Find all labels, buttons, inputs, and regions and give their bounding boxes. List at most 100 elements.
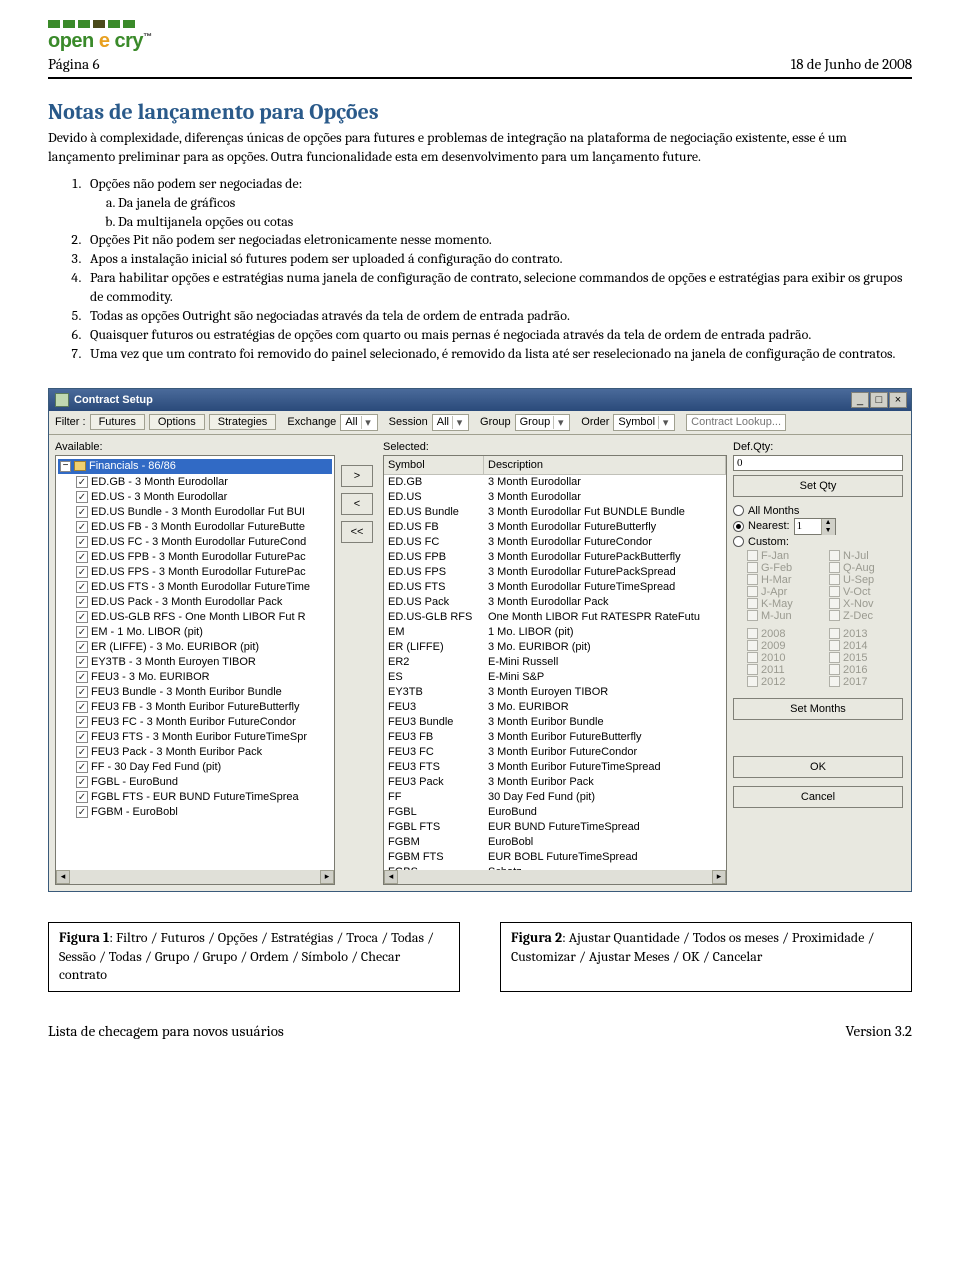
nearest-radio[interactable]: Nearest: ▲▼ [733, 518, 903, 535]
close-button[interactable]: × [889, 392, 907, 408]
checkbox-icon[interactable]: ✓ [76, 611, 88, 623]
options-button[interactable]: Options [149, 414, 205, 430]
year-checkbox[interactable]: 2015 [829, 652, 903, 664]
month-checkbox[interactable]: G-Feb [747, 562, 821, 574]
table-row[interactable]: FGBMEuroBobl [384, 835, 726, 850]
month-checkbox[interactable]: U-Sep [829, 574, 903, 586]
checkbox-icon[interactable]: ✓ [76, 476, 88, 488]
tree-item[interactable]: ✓FEU3 FC - 3 Month Euribor FutureCondor [58, 715, 332, 730]
year-checkbox[interactable]: 2010 [747, 652, 821, 664]
tree-item[interactable]: ✓ED.US FTS - 3 Month Eurodollar FutureTi… [58, 580, 332, 595]
tree-item[interactable]: ✓ED.US Bundle - 3 Month Eurodollar Fut B… [58, 505, 332, 520]
checkbox-icon[interactable]: ✓ [76, 686, 88, 698]
checkbox-icon[interactable]: ✓ [76, 596, 88, 608]
exchange-select[interactable]: All▾ [340, 414, 377, 431]
col-symbol[interactable]: Symbol [384, 456, 484, 474]
year-checkbox[interactable]: 2011 [747, 664, 821, 676]
checkbox-icon[interactable]: ✓ [76, 746, 88, 758]
year-checkbox[interactable]: 2014 [829, 640, 903, 652]
month-checkbox[interactable]: H-Mar [747, 574, 821, 586]
checkbox-icon[interactable]: ✓ [76, 806, 88, 818]
spin-down-icon[interactable]: ▼ [821, 527, 835, 535]
col-description[interactable]: Description [484, 456, 726, 474]
set-qty-button[interactable]: Set Qty [733, 475, 903, 497]
tree-item[interactable]: ✓FEU3 Bundle - 3 Month Euribor Bundle [58, 685, 332, 700]
tree-item[interactable]: ✓FEU3 FB - 3 Month Euribor FutureButterf… [58, 700, 332, 715]
tree-item[interactable]: ✓FGBL FTS - EUR BUND FutureTimeSprea [58, 790, 332, 805]
tree-item[interactable]: ✓FGBM - EuroBobl [58, 805, 332, 820]
futures-button[interactable]: Futures [90, 414, 145, 430]
month-checkbox[interactable]: K-May [747, 598, 821, 610]
table-row[interactable]: FEU3 FTS3 Month Euribor FutureTimeSpread [384, 760, 726, 775]
month-checkbox[interactable]: J-Apr [747, 586, 821, 598]
tree-item[interactable]: ✓ED.US FPS - 3 Month Eurodollar FuturePa… [58, 565, 332, 580]
checkbox-icon[interactable]: ✓ [76, 671, 88, 683]
table-row[interactable]: FGBL FTSEUR BUND FutureTimeSpread [384, 820, 726, 835]
scroll-left-icon[interactable]: ◂ [384, 870, 398, 884]
session-select[interactable]: All▾ [432, 414, 469, 431]
tree-item[interactable]: ✓EM - 1 Mo. LIBOR (pit) [58, 625, 332, 640]
nearest-spinner[interactable]: ▲▼ [794, 518, 836, 535]
checkbox-icon[interactable]: ✓ [76, 791, 88, 803]
scroll-right-icon[interactable]: ▸ [320, 870, 334, 884]
checkbox-icon[interactable]: ✓ [76, 521, 88, 533]
tree-item[interactable]: ✓ED.US FB - 3 Month Eurodollar FutureBut… [58, 520, 332, 535]
selected-table[interactable]: Symbol Description ED.GB3 Month Eurodoll… [383, 455, 727, 885]
move-left-button[interactable]: < [341, 493, 373, 515]
scroll-left-icon[interactable]: ◂ [56, 870, 70, 884]
tree-item[interactable]: ✓FEU3 Pack - 3 Month Euribor Pack [58, 745, 332, 760]
checkbox-icon[interactable]: ✓ [76, 566, 88, 578]
tree-item[interactable]: ✓ER (LIFFE) - 3 Mo. EURIBOR (pit) [58, 640, 332, 655]
year-checkbox[interactable]: 2013 [829, 628, 903, 640]
contract-lookup-input[interactable] [686, 414, 786, 431]
table-row[interactable]: ED.GB3 Month Eurodollar [384, 475, 726, 490]
month-checkbox[interactable]: F-Jan [747, 550, 821, 562]
h-scrollbar[interactable]: ◂ ▸ [56, 870, 334, 884]
order-select[interactable]: Symbol▾ [613, 414, 675, 431]
table-row[interactable]: ED.US FPS3 Month Eurodollar FuturePackSp… [384, 565, 726, 580]
cancel-button[interactable]: Cancel [733, 786, 903, 808]
month-checkbox[interactable]: Z-Dec [829, 610, 903, 622]
spin-up-icon[interactable]: ▲ [821, 519, 835, 527]
checkbox-icon[interactable]: ✓ [76, 776, 88, 788]
year-checkbox[interactable]: 2008 [747, 628, 821, 640]
checkbox-icon[interactable]: ✓ [76, 701, 88, 713]
table-row[interactable]: ER (LIFFE)3 Mo. EURIBOR (pit) [384, 640, 726, 655]
table-row[interactable]: ED.US-GLB RFSOne Month LIBOR Fut RATESPR… [384, 610, 726, 625]
collapse-icon[interactable]: − [60, 461, 71, 472]
month-checkbox[interactable]: Q-Aug [829, 562, 903, 574]
tree-item[interactable]: ✓EY3TB - 3 Month Euroyen TIBOR [58, 655, 332, 670]
checkbox-icon[interactable]: ✓ [76, 506, 88, 518]
table-row[interactable]: FEU3 FC3 Month Euribor FutureCondor [384, 745, 726, 760]
tree-root-financials[interactable]: − Financials - 86/86 [58, 459, 332, 474]
defqty-input[interactable] [733, 455, 903, 471]
strategies-button[interactable]: Strategies [209, 414, 277, 430]
checkbox-icon[interactable]: ✓ [76, 626, 88, 638]
table-row[interactable]: ED.US FC3 Month Eurodollar FutureCondor [384, 535, 726, 550]
tree-item[interactable]: ✓FEU3 FTS - 3 Month Euribor FutureTimeSp… [58, 730, 332, 745]
table-row[interactable]: ED.US FB3 Month Eurodollar FutureButterf… [384, 520, 726, 535]
year-checkbox[interactable]: 2016 [829, 664, 903, 676]
table-row[interactable]: EM1 Mo. LIBOR (pit) [384, 625, 726, 640]
table-row[interactable]: ED.US Bundle3 Month Eurodollar Fut BUNDL… [384, 505, 726, 520]
month-checkbox[interactable]: V-Oct [829, 586, 903, 598]
group-select[interactable]: Group▾ [515, 414, 571, 431]
table-row[interactable]: FEU3 FB3 Month Euribor FutureButterfly [384, 730, 726, 745]
checkbox-icon[interactable]: ✓ [76, 731, 88, 743]
tree-item[interactable]: ✓ED.GB - 3 Month Eurodollar [58, 475, 332, 490]
year-checkbox[interactable]: 2017 [829, 676, 903, 688]
maximize-button[interactable]: □ [870, 392, 888, 408]
all-months-radio[interactable]: All Months [733, 505, 903, 517]
table-row[interactable]: ED.US Pack3 Month Eurodollar Pack [384, 595, 726, 610]
tree-item[interactable]: ✓FEU3 - 3 Mo. EURIBOR [58, 670, 332, 685]
checkbox-icon[interactable]: ✓ [76, 581, 88, 593]
year-checkbox[interactable]: 2012 [747, 676, 821, 688]
month-checkbox[interactable]: M-Jun [747, 610, 821, 622]
table-row[interactable]: FEU33 Mo. EURIBOR [384, 700, 726, 715]
table-row[interactable]: ER2E-Mini Russell [384, 655, 726, 670]
minimize-button[interactable]: _ [851, 392, 869, 408]
h-scrollbar[interactable]: ◂ ▸ [384, 870, 726, 884]
tree-item[interactable]: ✓FGBL - EuroBund [58, 775, 332, 790]
table-row[interactable]: ESE-Mini S&P [384, 670, 726, 685]
move-right-button[interactable]: > [341, 465, 373, 487]
